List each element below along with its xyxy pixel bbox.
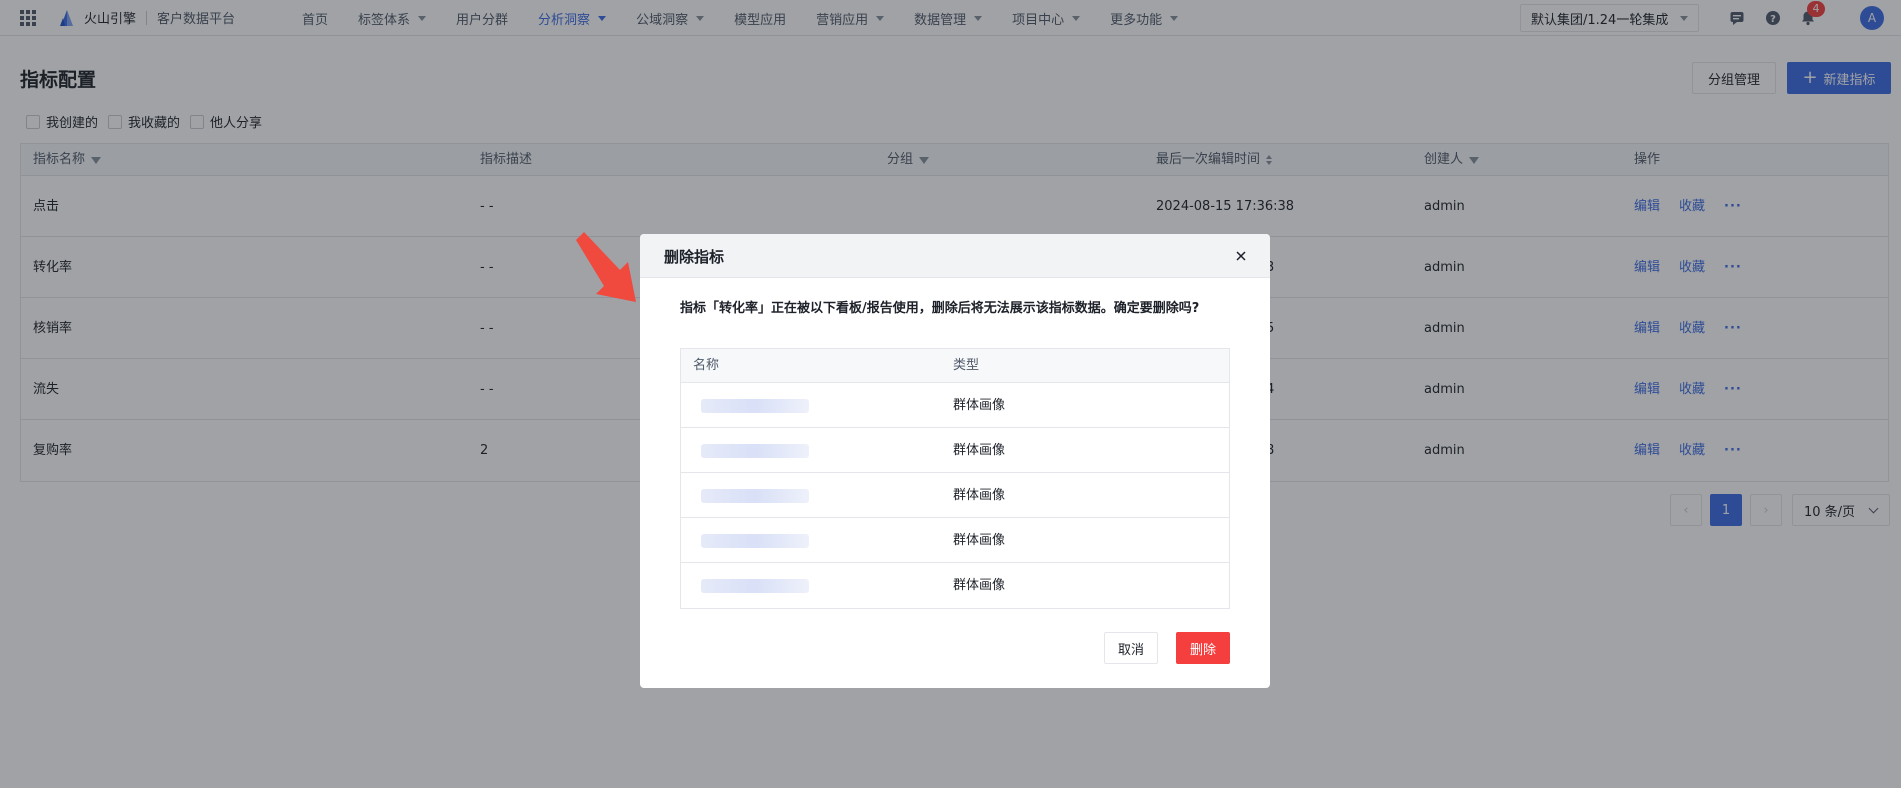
usage-row: 群体画像 <box>681 518 1229 563</box>
usage-row: 群体画像 <box>681 473 1229 518</box>
redacted-name[interactable] <box>701 399 809 413</box>
redacted-name[interactable] <box>701 534 809 548</box>
dialog-title: 删除指标 <box>664 248 725 266</box>
redacted-name[interactable] <box>701 444 809 458</box>
col-header-usage-type: 类型 <box>953 358 980 373</box>
redacted-name[interactable] <box>701 579 809 593</box>
usage-type: 群体画像 <box>953 488 1006 503</box>
usage-row: 群体画像 <box>681 563 1229 608</box>
dialog-header: 删除指标 <box>640 234 1270 278</box>
redacted-name[interactable] <box>701 489 809 503</box>
col-header-usage-name: 名称 <box>693 358 720 373</box>
usage-table: 名称 类型 群体画像 群体画像 群体画像 群体画像 群体画像 <box>680 348 1230 609</box>
usage-row: 群体画像 <box>681 383 1229 428</box>
usage-type: 群体画像 <box>953 443 1006 458</box>
close-icon[interactable] <box>1234 249 1248 263</box>
usage-row: 群体画像 <box>681 428 1229 473</box>
usage-type: 群体画像 <box>953 578 1006 593</box>
delete-button[interactable]: 删除 <box>1176 632 1230 664</box>
usage-type: 群体画像 <box>953 533 1006 548</box>
dialog-message: 指标「转化率」正在被以下看板/报告使用，删除后将无法展示该指标数据。确定要删除吗… <box>680 301 1200 316</box>
delete-metric-dialog: 删除指标 指标「转化率」正在被以下看板/报告使用，删除后将无法展示该指标数据。确… <box>640 234 1270 688</box>
usage-table-header: 名称 类型 <box>681 349 1229 383</box>
cancel-button[interactable]: 取消 <box>1104 632 1158 664</box>
usage-type: 群体画像 <box>953 398 1006 413</box>
